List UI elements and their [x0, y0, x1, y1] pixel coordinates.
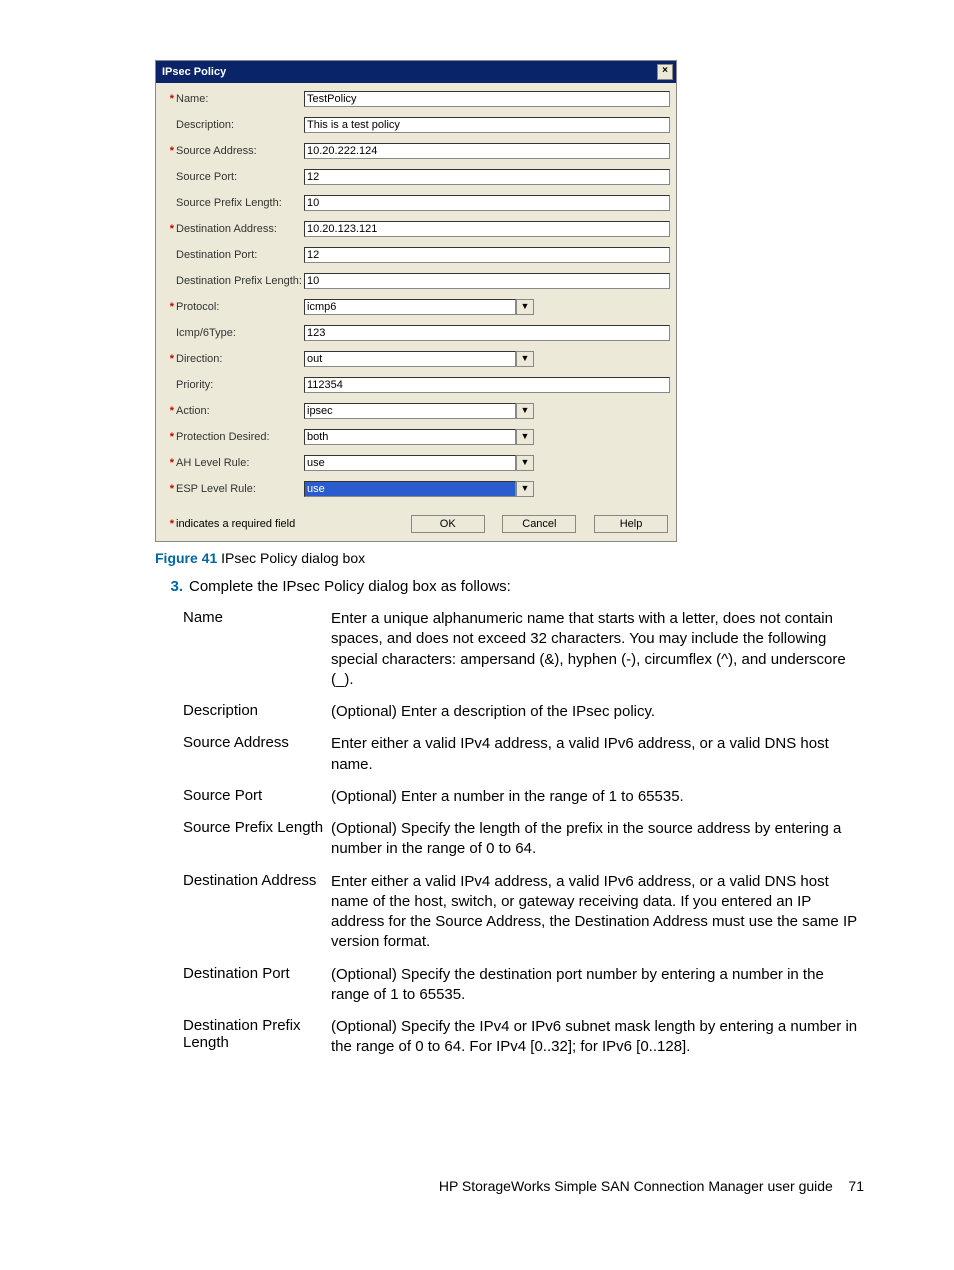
source-address-label: Source Address: [176, 145, 304, 157]
desc-label: Destination Port [183, 965, 331, 1006]
desc-label: Name [183, 609, 331, 690]
chevron-down-icon: ▼ [516, 403, 534, 419]
ah-rule-select[interactable]: use ▼ [304, 455, 534, 471]
name-input[interactable] [304, 91, 670, 107]
dest-prefix-label: Destination Prefix Length: [176, 275, 304, 287]
footer-text: HP StorageWorks Simple SAN Connection Ma… [439, 1178, 833, 1194]
instruction-step: 3. Complete the IPsec Policy dialog box … [155, 578, 864, 595]
desc-text: Enter a unique alphanumeric name that st… [331, 609, 864, 690]
chevron-down-icon: ▼ [516, 299, 534, 315]
desc-label: Destination Prefix Length [183, 1017, 331, 1058]
dest-address-label: Destination Address: [176, 223, 304, 235]
page-number: 71 [848, 1178, 864, 1194]
desc-label: Source Address [183, 734, 331, 775]
desc-text: (Optional) Enter a description of the IP… [331, 702, 864, 722]
desc-text: Enter either a valid IPv4 address, a val… [331, 872, 864, 953]
icmp-type-label: Icmp/6Type: [176, 327, 304, 339]
ok-button[interactable]: OK [411, 515, 485, 533]
action-select[interactable]: ipsec ▼ [304, 403, 534, 419]
required-note: indicates a required field [176, 518, 295, 530]
chevron-down-icon: ▼ [516, 455, 534, 471]
required-star-icon: * [162, 353, 176, 365]
figure-number: Figure 41 [155, 550, 217, 566]
chevron-down-icon: ▼ [516, 481, 534, 497]
figure-caption: Figure 41 IPsec Policy dialog box [155, 550, 864, 566]
esp-rule-label: ESP Level Rule: [176, 483, 304, 495]
source-port-input[interactable] [304, 169, 670, 185]
page-footer: HP StorageWorks Simple SAN Connection Ma… [155, 1178, 864, 1194]
description-input[interactable] [304, 117, 670, 133]
desc-text: (Optional) Enter a number in the range o… [331, 787, 864, 807]
help-button[interactable]: Help [594, 515, 668, 533]
figure-caption-text: IPsec Policy dialog box [221, 550, 365, 566]
field-descriptions: NameEnter a unique alphanumeric name tha… [183, 609, 864, 1058]
required-star-icon: * [162, 93, 176, 105]
dest-port-input[interactable] [304, 247, 670, 263]
description-label: Description: [176, 119, 304, 131]
close-icon[interactable]: × [657, 64, 673, 80]
action-label: Action: [176, 405, 304, 417]
chevron-down-icon: ▼ [516, 429, 534, 445]
required-star-icon: * [162, 405, 176, 417]
ah-rule-label: AH Level Rule: [176, 457, 304, 469]
required-star-icon: * [162, 518, 176, 530]
desc-text: Enter either a valid IPv4 address, a val… [331, 734, 864, 775]
desc-text: (Optional) Specify the length of the pre… [331, 819, 864, 860]
direction-select[interactable]: out ▼ [304, 351, 534, 367]
desc-label: Source Port [183, 787, 331, 807]
protocol-select[interactable]: icmp6 ▼ [304, 299, 534, 315]
desc-text: (Optional) Specify the IPv4 or IPv6 subn… [331, 1017, 864, 1058]
direction-label: Direction: [176, 353, 304, 365]
step-text: Complete the IPsec Policy dialog box as … [189, 578, 511, 595]
ipsec-policy-dialog: IPsec Policy × * Name: Description: * So… [155, 60, 677, 542]
name-label: Name: [176, 93, 304, 105]
source-prefix-label: Source Prefix Length: [176, 197, 304, 209]
required-star-icon: * [162, 483, 176, 495]
required-star-icon: * [162, 301, 176, 313]
required-star-icon: * [162, 431, 176, 443]
source-address-input[interactable] [304, 143, 670, 159]
dialog-title: IPsec Policy [162, 66, 226, 78]
icmp-type-input[interactable] [304, 325, 670, 341]
source-port-label: Source Port: [176, 171, 304, 183]
desc-label: Source Prefix Length [183, 819, 331, 860]
dialog-titlebar: IPsec Policy × [156, 61, 676, 83]
dest-port-label: Destination Port: [176, 249, 304, 261]
priority-label: Priority: [176, 379, 304, 391]
required-star-icon: * [162, 145, 176, 157]
required-star-icon: * [162, 223, 176, 235]
dest-address-input[interactable] [304, 221, 670, 237]
source-prefix-input[interactable] [304, 195, 670, 211]
step-number: 3. [155, 578, 189, 595]
desc-label: Destination Address [183, 872, 331, 953]
required-star-icon: * [162, 457, 176, 469]
dest-prefix-input[interactable] [304, 273, 670, 289]
desc-text: (Optional) Specify the destination port … [331, 965, 864, 1006]
protocol-label: Protocol: [176, 301, 304, 313]
desc-label: Description [183, 702, 331, 722]
cancel-button[interactable]: Cancel [502, 515, 576, 533]
chevron-down-icon: ▼ [516, 351, 534, 367]
esp-rule-select[interactable]: use ▼ [304, 481, 534, 497]
priority-input[interactable] [304, 377, 670, 393]
protection-select[interactable]: both ▼ [304, 429, 534, 445]
protection-label: Protection Desired: [176, 431, 304, 443]
